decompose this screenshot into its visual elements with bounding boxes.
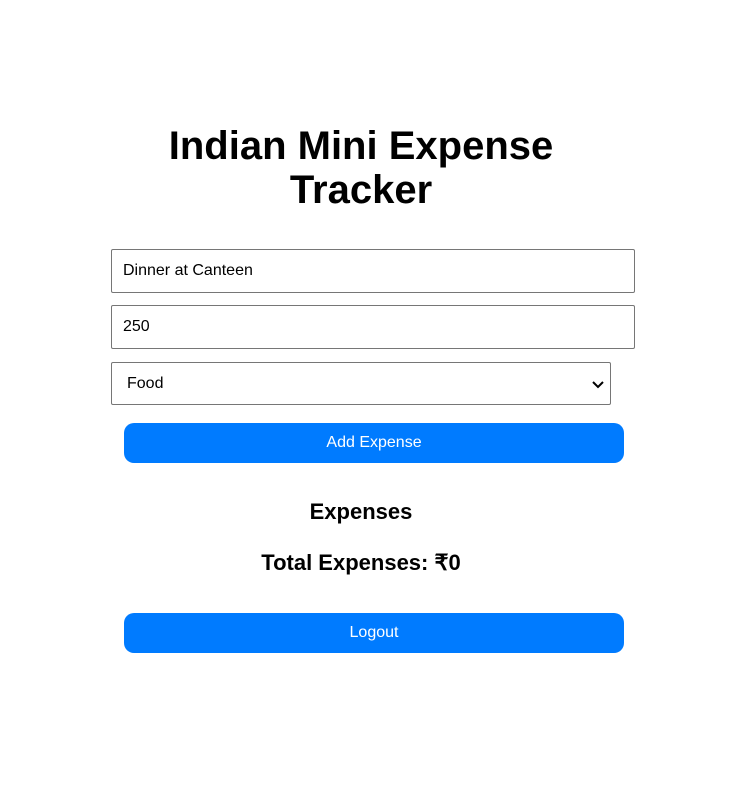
total-expenses: Total Expenses: ₹0 bbox=[261, 550, 461, 575]
chevron-down-icon bbox=[592, 380, 604, 388]
logout-button[interactable]: Logout bbox=[124, 613, 624, 653]
add-expense-button[interactable]: Add Expense bbox=[124, 423, 624, 463]
category-selected-value: Food bbox=[127, 374, 164, 392]
amount-input[interactable] bbox=[111, 305, 635, 349]
expenses-heading: Expenses bbox=[309, 499, 413, 524]
category-select[interactable]: Food bbox=[111, 362, 611, 405]
page-title: Indian Mini Expense Tracker bbox=[168, 124, 554, 212]
description-input[interactable] bbox=[111, 249, 635, 293]
